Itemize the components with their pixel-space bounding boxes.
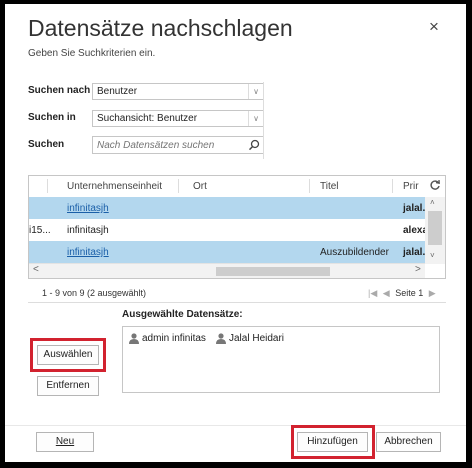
chevron-down-icon[interactable]: ∨ (248, 111, 263, 126)
column-header-unit[interactable]: Unternehmenseinheit (67, 181, 162, 192)
next-page-icon[interactable]: ▶ (429, 288, 436, 298)
search-in-value: Suchansicht: Benutzer (97, 113, 198, 124)
search-by-label: Suchen nach (28, 85, 91, 96)
close-icon[interactable]: × (429, 18, 439, 36)
refresh-icon[interactable] (429, 179, 441, 194)
search-in-label: Suchen in (28, 112, 76, 123)
selected-record-name: Jalal Heidari (229, 333, 285, 344)
scroll-up-icon[interactable]: ˄ (430, 198, 435, 207)
person-icon (129, 333, 139, 347)
new-button[interactable]: Neu (36, 432, 94, 452)
unit-link[interactable]: infinitasjh (67, 247, 109, 258)
dialog-subtitle: Geben Sie Suchkriterien ein. (28, 48, 156, 59)
column-header-prim[interactable]: Prir (403, 181, 419, 192)
search-field[interactable] (92, 136, 264, 154)
unit-cell: infinitasjh (67, 225, 109, 236)
grid-header: Unternehmenseinheit Ort Titel Prir (29, 176, 445, 198)
vertical-scrollbar[interactable]: ˄ ˅ (425, 197, 445, 264)
unit-link[interactable]: infinitasjh (67, 203, 109, 214)
prev-page-icon[interactable]: ◀ (383, 288, 390, 298)
page-nav: |◀ ◀ Seite 1 ▶ (368, 288, 436, 299)
selected-records-box: admin infinitas Jalal Heidari (122, 326, 440, 393)
column-header-ort[interactable]: Ort (193, 181, 207, 192)
scroll-left-icon[interactable]: < (33, 264, 39, 275)
new-button-label: Neu (55, 436, 75, 447)
selected-record-name: admin infinitas (142, 333, 206, 344)
pager: 1 - 9 von 9 (2 ausgewählt) |◀ ◀ Seite 1 … (28, 282, 446, 303)
page-label: Seite 1 (395, 288, 424, 298)
column-divider (178, 179, 179, 193)
scroll-down-icon[interactable]: ˅ (430, 251, 435, 260)
horizontal-scroll-thumb[interactable] (216, 267, 330, 276)
footer-divider (5, 425, 466, 426)
column-header-titel[interactable]: Titel (320, 181, 339, 192)
column-divider (47, 179, 48, 193)
column-divider (309, 179, 310, 193)
search-label: Suchen (28, 139, 65, 150)
table-row[interactable]: infinitasjh Auszubildender jalal.h (29, 241, 431, 263)
first-page-icon[interactable]: |◀ (368, 288, 377, 298)
chevron-down-icon[interactable]: ∨ (248, 84, 263, 99)
titel-cell: Auszubildender (320, 247, 389, 258)
selected-records-label: Ausgewählte Datensätze: (122, 309, 243, 320)
remove-button[interactable]: Entfernen (37, 376, 99, 396)
vertical-scroll-thumb[interactable] (428, 211, 442, 245)
table-row[interactable]: infinitasjh jalal.h (29, 197, 431, 219)
lookup-dialog: Datensätze nachschlagen × Geben Sie Such… (5, 4, 466, 462)
record-count: 1 - 9 von 9 (2 ausgewählt) (42, 288, 147, 298)
criteria-divider (263, 82, 264, 159)
row-prefix: i15... (29, 225, 51, 236)
search-by-value: Benutzer (97, 86, 138, 97)
scroll-right-icon[interactable]: > (415, 264, 421, 275)
column-divider (392, 179, 393, 193)
horizontal-scrollbar[interactable]: < > (29, 263, 425, 278)
search-by-select[interactable]: Benutzer ∨ (92, 83, 264, 100)
person-icon (216, 333, 226, 347)
search-input[interactable] (97, 139, 237, 151)
table-row[interactable]: i15... infinitasjh alexar (29, 219, 432, 241)
search-icon[interactable] (248, 138, 260, 156)
add-button-highlight (291, 425, 375, 459)
search-in-select[interactable]: Suchansicht: Benutzer ∨ (92, 110, 264, 127)
dialog-title: Datensätze nachschlagen (28, 15, 293, 41)
results-grid: Unternehmenseinheit Ort Titel Prir infin… (28, 175, 446, 279)
cancel-button[interactable]: Abbrechen (376, 432, 441, 452)
select-button-highlight (30, 338, 106, 372)
